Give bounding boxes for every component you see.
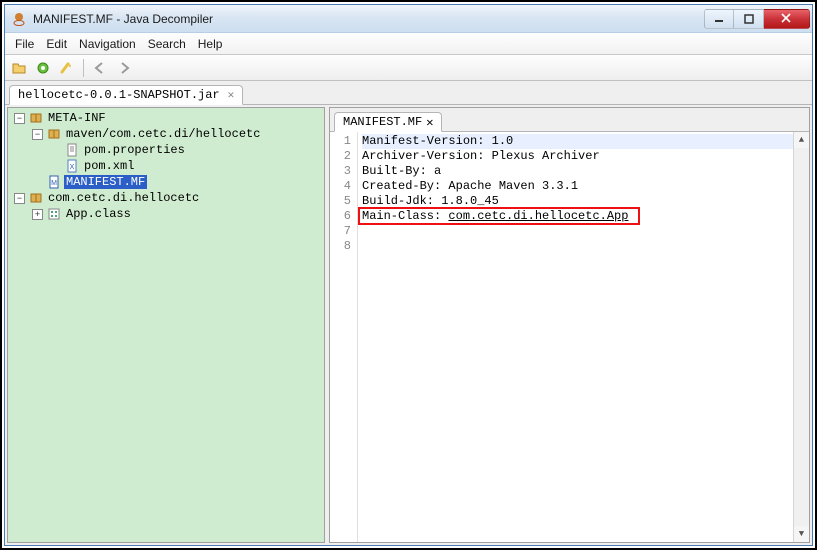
minimize-button[interactable] bbox=[704, 9, 734, 29]
code-line bbox=[362, 239, 805, 254]
scroll-up-icon[interactable]: ▲ bbox=[794, 132, 810, 148]
class-file-icon bbox=[46, 206, 62, 222]
collapse-icon[interactable]: − bbox=[14, 193, 25, 204]
tree-label: META-INF bbox=[46, 111, 108, 125]
tree-panel: − META-INF − maven/com.cetc.di/hellocetc… bbox=[7, 107, 325, 543]
tree-label: MANIFEST.MF bbox=[64, 175, 147, 189]
toolbar bbox=[5, 55, 812, 81]
menu-search[interactable]: Search bbox=[142, 37, 192, 51]
tree-node-manifest[interactable]: M MANIFEST.MF bbox=[8, 174, 324, 190]
tree-node-pom-properties[interactable]: pom.properties bbox=[8, 142, 324, 158]
code-lines[interactable]: Manifest-Version: 1.0 Archiver-Version: … bbox=[358, 132, 809, 542]
toolbar-separator bbox=[83, 59, 84, 77]
tree-node-package-app[interactable]: − com.cetc.di.hellocetc bbox=[8, 190, 324, 206]
xml-file-icon: X bbox=[64, 158, 80, 174]
code-text: Main-Class: bbox=[362, 209, 448, 223]
line-number: 5 bbox=[332, 194, 351, 209]
back-icon[interactable] bbox=[90, 58, 110, 78]
code-line: Build-Jdk: 1.8.0_45 bbox=[362, 194, 805, 209]
code-editor[interactable]: 1 2 3 4 5 6 7 8 Manifest-Version: 1.0 Ar… bbox=[330, 132, 809, 542]
code-line bbox=[362, 224, 805, 239]
collapse-icon[interactable]: − bbox=[14, 113, 25, 124]
code-line: Built-By: a bbox=[362, 164, 805, 179]
tab-close-icon[interactable]: ✕ bbox=[426, 115, 433, 130]
menubar: File Edit Navigation Search Help bbox=[5, 33, 812, 55]
close-button[interactable] bbox=[764, 9, 810, 29]
package-icon bbox=[28, 110, 44, 126]
tree-node-meta-inf[interactable]: − META-INF bbox=[8, 110, 324, 126]
editor-panel: MANIFEST.MF ✕ 1 2 3 4 5 6 7 8 Manifest-V… bbox=[329, 107, 810, 543]
editor-tabstrip: MANIFEST.MF ✕ bbox=[330, 108, 809, 132]
tree-label: App.class bbox=[64, 207, 133, 221]
line-number: 2 bbox=[332, 149, 351, 164]
package-icon bbox=[46, 126, 62, 142]
menu-navigation[interactable]: Navigation bbox=[73, 37, 142, 51]
project-tabstrip: hellocetc-0.0.1-SNAPSHOT.jar ✕ bbox=[5, 81, 812, 105]
manifest-file-icon: M bbox=[46, 174, 62, 190]
tree-label: pom.xml bbox=[82, 159, 136, 173]
leaf-icon bbox=[50, 145, 61, 156]
leaf-icon bbox=[32, 177, 43, 188]
tree-label: pom.properties bbox=[82, 143, 187, 157]
window-title: MANIFEST.MF - Java Decompiler bbox=[33, 12, 704, 26]
tab-close-icon[interactable]: ✕ bbox=[228, 88, 235, 102]
forward-icon[interactable] bbox=[114, 58, 134, 78]
code-line: Created-By: Apache Maven 3.3.1 bbox=[362, 179, 805, 194]
expand-icon[interactable]: + bbox=[32, 209, 43, 220]
gutter: 1 2 3 4 5 6 7 8 bbox=[330, 132, 358, 542]
menu-file[interactable]: File bbox=[9, 37, 40, 51]
tab-jar[interactable]: hellocetc-0.0.1-SNAPSHOT.jar ✕ bbox=[9, 85, 243, 105]
tree-node-maven[interactable]: − maven/com.cetc.di/hellocetc bbox=[8, 126, 324, 142]
tree-node-app-class[interactable]: + App.class bbox=[8, 206, 324, 222]
line-number: 7 bbox=[332, 224, 351, 239]
titlebar[interactable]: MANIFEST.MF - Java Decompiler bbox=[5, 5, 812, 33]
package-icon bbox=[28, 190, 44, 206]
maximize-button[interactable] bbox=[734, 9, 764, 29]
menu-help[interactable]: Help bbox=[192, 37, 229, 51]
code-line: Main-Class: com.cetc.di.hellocetc.App bbox=[362, 209, 805, 224]
line-number: 1 bbox=[332, 134, 351, 149]
window: MANIFEST.MF - Java Decompiler File Edit … bbox=[4, 4, 813, 546]
editor-tab-manifest[interactable]: MANIFEST.MF ✕ bbox=[334, 112, 442, 132]
open-type-icon[interactable] bbox=[33, 58, 53, 78]
line-number: 3 bbox=[332, 164, 351, 179]
leaf-icon bbox=[50, 161, 61, 172]
tree-label: com.cetc.di.hellocetc bbox=[46, 191, 201, 205]
svg-text:M: M bbox=[51, 180, 57, 187]
app-icon bbox=[11, 11, 27, 27]
line-number: 8 bbox=[332, 239, 351, 254]
code-line: Archiver-Version: Plexus Archiver bbox=[362, 149, 805, 164]
line-number: 6 bbox=[332, 209, 351, 224]
collapse-icon[interactable]: − bbox=[32, 129, 43, 140]
svg-text:X: X bbox=[70, 164, 75, 171]
main-class-link[interactable]: com.cetc.di.hellocetc.App bbox=[448, 209, 628, 223]
open-file-icon[interactable] bbox=[9, 58, 29, 78]
package-tree[interactable]: − META-INF − maven/com.cetc.di/hellocetc… bbox=[8, 108, 324, 542]
file-icon bbox=[64, 142, 80, 158]
scroll-down-icon[interactable]: ▼ bbox=[794, 526, 810, 542]
editor-tab-label: MANIFEST.MF bbox=[343, 115, 422, 129]
tab-jar-label: hellocetc-0.0.1-SNAPSHOT.jar bbox=[18, 88, 220, 102]
menu-edit[interactable]: Edit bbox=[40, 37, 73, 51]
search-icon[interactable] bbox=[57, 58, 77, 78]
code-line: Manifest-Version: 1.0 bbox=[362, 134, 805, 149]
tree-node-pom-xml[interactable]: X pom.xml bbox=[8, 158, 324, 174]
tree-label: maven/com.cetc.di/hellocetc bbox=[64, 127, 262, 141]
vertical-scrollbar[interactable]: ▲ ▼ bbox=[793, 132, 809, 542]
line-number: 4 bbox=[332, 179, 351, 194]
